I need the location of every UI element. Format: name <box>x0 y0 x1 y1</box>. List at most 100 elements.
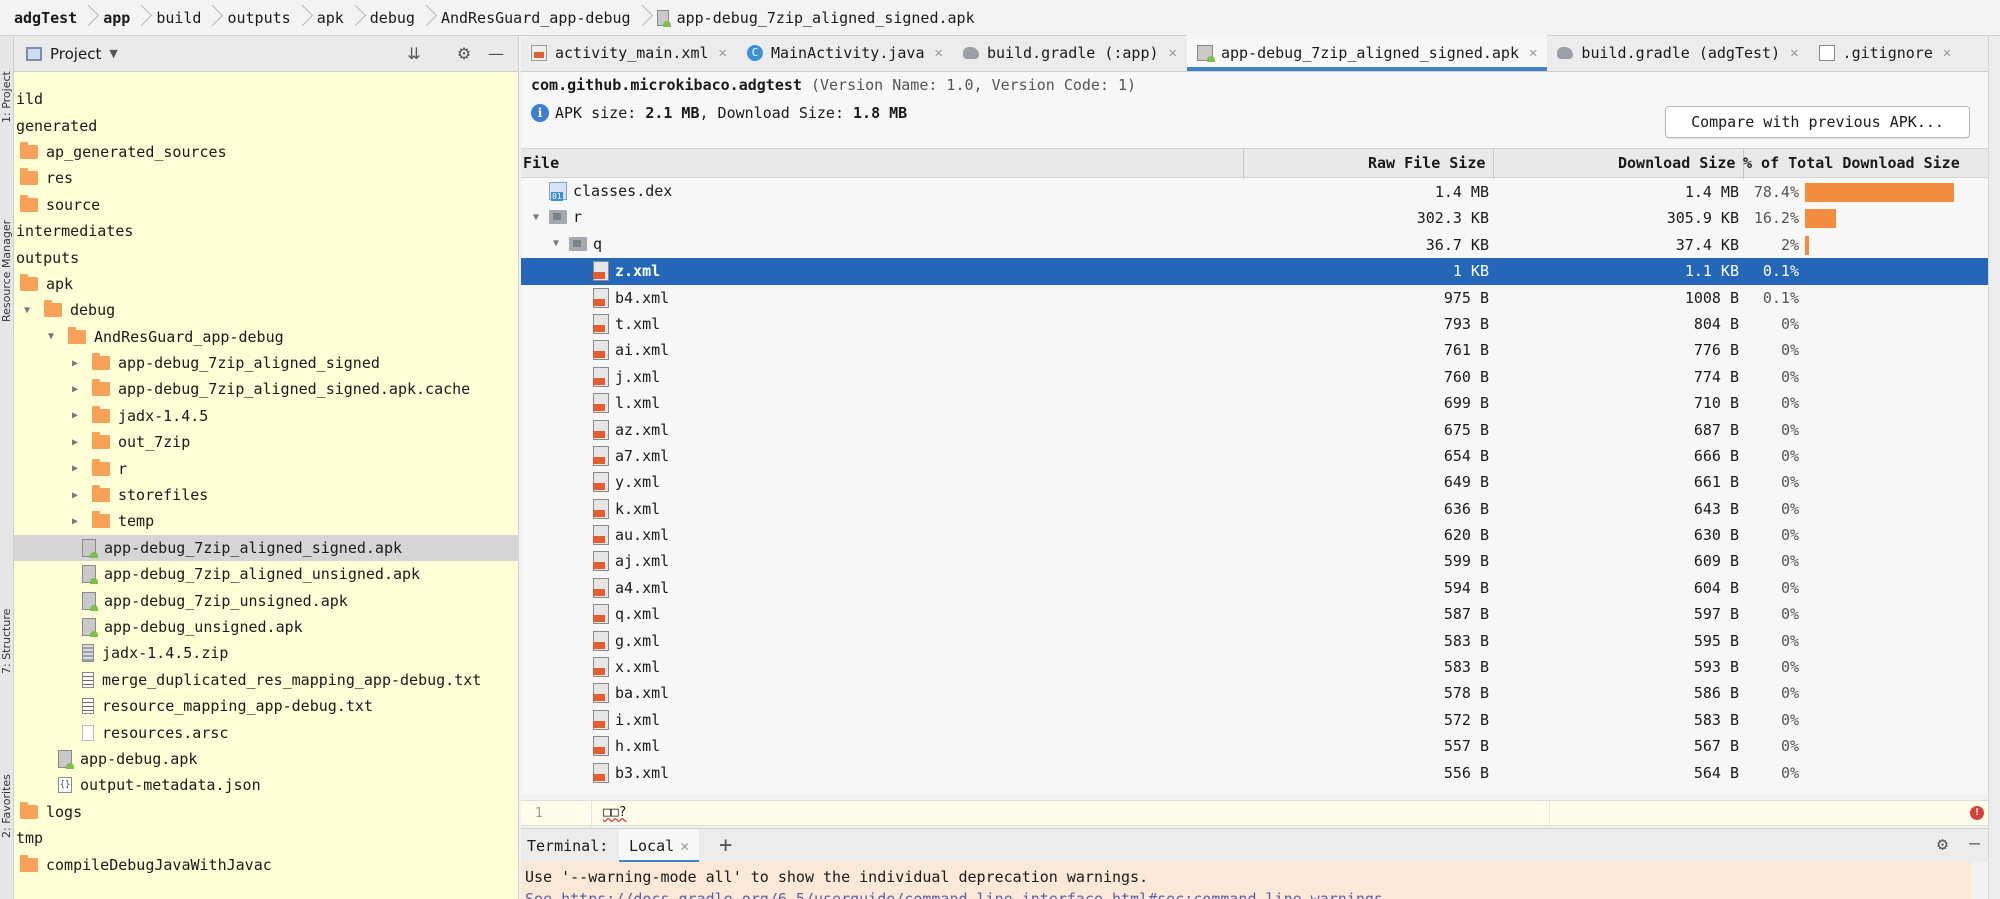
collapsed-arrow-icon[interactable]: ▶ <box>68 437 82 448</box>
file-row[interactable]: b4.xml 975 B 1008 B 0.1% <box>521 285 2000 311</box>
file-row[interactable]: l.xml 699 B 710 B 0% <box>521 390 2000 416</box>
chevron-down-icon[interactable]: ▼ <box>109 47 117 60</box>
close-icon[interactable]: ✕ <box>680 837 689 855</box>
file-row[interactable]: q.xml 587 B 597 B 0% <box>521 601 2000 627</box>
tree-item[interactable]: ▶ temp <box>14 508 519 534</box>
file-row[interactable]: i.xml 572 B 583 B 0% <box>521 707 2000 733</box>
close-icon[interactable]: ✕ <box>1943 45 1951 61</box>
close-icon[interactable]: ✕ <box>935 45 943 61</box>
tree-item[interactable]: tmp <box>14 825 519 851</box>
file-row[interactable]: j.xml 760 B 774 B 0% <box>521 364 2000 390</box>
tree-item[interactable]: ▶ app-debug_7zip_aligned_signed.apk.cache <box>14 376 519 402</box>
file-row[interactable]: z.xml 1 KB 1.1 KB 0.1% <box>521 258 2000 285</box>
resource-manager-tool-tab[interactable]: Resource Manager <box>0 186 14 356</box>
file-row[interactable]: t.xml 793 B 804 B 0% <box>521 311 2000 337</box>
tree-item[interactable]: source <box>14 192 519 218</box>
tree-item[interactable]: app-debug_7zip_unsigned.apk <box>14 587 519 613</box>
hide-panel-icon[interactable]: — <box>486 44 506 64</box>
file-row[interactable]: b3.xml 556 B 564 B 0% <box>521 760 2000 786</box>
project-tool-tab[interactable]: 1: Project <box>0 42 14 152</box>
tree-item[interactable]: ap_generated_sources <box>14 139 519 165</box>
editor-tab[interactable]: .gitignore ✕ <box>1809 35 1962 71</box>
tree-item[interactable]: outputs <box>14 244 519 270</box>
breadcrumb-item[interactable]: apk <box>309 0 352 36</box>
tree-item[interactable]: res <box>14 165 519 191</box>
file-row[interactable]: aj.xml 599 B 609 B 0% <box>521 548 2000 574</box>
column-header-file[interactable]: File <box>523 154 559 172</box>
file-row[interactable]: ba.xml 578 B 586 B 0% <box>521 680 2000 706</box>
expanded-arrow-icon[interactable]: ▼ <box>20 305 34 316</box>
file-row[interactable]: au.xml 620 B 630 B 0% <box>521 522 2000 548</box>
tree-item[interactable]: ▶ r <box>14 455 519 481</box>
tree-item[interactable]: app-debug_unsigned.apk <box>14 614 519 640</box>
tree-item[interactable]: app-debug_7zip_aligned_unsigned.apk <box>14 561 519 587</box>
editor-area[interactable]: 1 □□? ! <box>521 800 2000 827</box>
breadcrumb-item[interactable]: adgTest <box>6 0 85 36</box>
tree-item[interactable]: generated <box>14 112 519 138</box>
file-row[interactable]: y.xml 649 B 661 B 0% <box>521 469 2000 495</box>
tree-item[interactable]: app-debug.apk <box>14 746 519 772</box>
file-row[interactable]: k.xml 636 B 643 B 0% <box>521 496 2000 522</box>
file-row[interactable]: az.xml 675 B 687 B 0% <box>521 417 2000 443</box>
file-row[interactable]: h.xml 557 B 567 B 0% <box>521 733 2000 759</box>
expanded-arrow-icon[interactable]: ▼ <box>44 331 58 342</box>
favorites-tool-tab[interactable]: 2: Favorites <box>0 746 14 866</box>
column-header-download-size[interactable]: Download Size <box>1618 154 1735 172</box>
terminal-tab-local[interactable]: Local ✕ <box>619 829 700 863</box>
error-icon[interactable]: ! <box>1970 806 1984 820</box>
file-row[interactable]: ▼ q 36.7 KB 37.4 KB 2% <box>521 232 2000 258</box>
collapsed-arrow-icon[interactable]: ▶ <box>68 358 82 369</box>
collapsed-arrow-icon[interactable]: ▶ <box>68 410 82 421</box>
tree-item[interactable]: logs <box>14 799 519 825</box>
editor-tab[interactable]: activity_main.xml ✕ <box>521 35 737 71</box>
breadcrumb-item[interactable]: app <box>95 0 138 36</box>
file-row[interactable]: ▼ r 302.3 KB 305.9 KB 16.2% <box>521 205 2000 231</box>
column-header-percent[interactable]: % of Total Download Size <box>1743 154 1960 172</box>
breadcrumb-item[interactable]: build <box>148 0 209 36</box>
tree-item[interactable]: resource_mapping_app-debug.txt <box>14 693 519 719</box>
tree-item[interactable]: compileDebugJavaWithJavac <box>14 851 519 877</box>
tree-item[interactable]: apk <box>14 271 519 297</box>
collapsed-arrow-icon[interactable]: ▶ <box>68 490 82 501</box>
breadcrumb-item[interactable]: debug <box>362 0 423 36</box>
file-row[interactable]: a7.xml 654 B 666 B 0% <box>521 443 2000 469</box>
tree-item[interactable]: {} output-metadata.json <box>14 772 519 798</box>
close-icon[interactable]: ✕ <box>1169 45 1177 61</box>
new-terminal-icon[interactable]: + <box>719 833 732 858</box>
tree-item[interactable]: ild <box>14 86 519 112</box>
collapse-all-icon[interactable]: ⇊ <box>404 44 424 64</box>
collapsed-arrow-icon[interactable]: ▶ <box>68 384 82 395</box>
hide-panel-icon[interactable]: — <box>1969 833 1980 854</box>
tree-item[interactable]: ▶ out_7zip <box>14 429 519 455</box>
collapsed-arrow-icon[interactable]: ▶ <box>68 516 82 527</box>
close-icon[interactable]: ✕ <box>719 45 727 61</box>
file-row[interactable]: ai.xml 761 B 776 B 0% <box>521 337 2000 363</box>
breadcrumb-item[interactable]: app-debug_7zip_aligned_signed.apk <box>649 0 983 36</box>
tree-item[interactable]: ▶ jadx-1.4.5 <box>14 403 519 429</box>
project-view-selector[interactable]: Project <box>50 45 101 63</box>
editor-tab[interactable]: build.gradle (:app) ✕ <box>953 35 1187 71</box>
collapsed-arrow-icon[interactable]: ▶ <box>68 463 82 474</box>
tree-item[interactable]: intermediates <box>14 218 519 244</box>
expanded-arrow-icon[interactable]: ▼ <box>529 212 543 223</box>
tree-item[interactable]: ▼ AndResGuard_app-debug <box>14 324 519 350</box>
compare-apk-button[interactable]: Compare with previous APK... <box>1665 106 1970 138</box>
column-header-raw-size[interactable]: Raw File Size <box>1368 154 1485 172</box>
file-row[interactable]: g.xml 583 B 595 B 0% <box>521 628 2000 654</box>
file-row[interactable]: x.xml 583 B 593 B 0% <box>521 654 2000 680</box>
gear-icon[interactable]: ⚙ <box>454 44 474 64</box>
tree-item[interactable]: ▶ app-debug_7zip_aligned_signed <box>14 350 519 376</box>
editor-text[interactable]: □□? <box>603 805 626 820</box>
tree-item[interactable]: ▼ debug <box>14 297 519 323</box>
editor-tab[interactable]: build.gradle (adgTest) ✕ <box>1547 35 1808 71</box>
tree-item[interactable]: app-debug_7zip_aligned_signed.apk <box>14 534 519 562</box>
expanded-arrow-icon[interactable]: ▼ <box>549 238 563 249</box>
editor-tab[interactable]: C MainActivity.java ✕ <box>737 35 953 71</box>
editor-tab[interactable]: app-debug_7zip_aligned_signed.apk ✕ <box>1186 35 1548 71</box>
gear-icon[interactable]: ⚙ <box>1937 834 1948 855</box>
terminal-output[interactable]: Use '--warning-mode all' to show the ind… <box>521 862 1971 899</box>
file-row[interactable]: a4.xml 594 B 604 B 0% <box>521 575 2000 601</box>
close-icon[interactable]: ✕ <box>1790 45 1798 61</box>
tree-item[interactable]: jadx-1.4.5.zip <box>14 640 519 666</box>
breadcrumb-item[interactable]: outputs <box>219 0 298 36</box>
